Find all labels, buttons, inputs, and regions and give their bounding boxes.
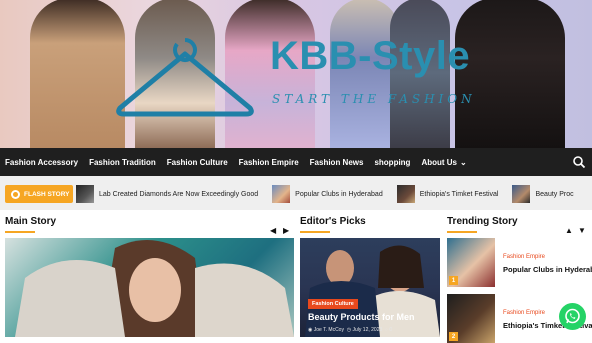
editor-pick-headline[interactable]: Beauty Products for Men	[308, 312, 415, 322]
trending-category[interactable]: Fashion Empire	[503, 254, 545, 260]
main-story-image[interactable]	[5, 238, 294, 337]
editors-picks-title: Editor's Picks	[300, 216, 366, 227]
trending-item[interactable]: 1 Fashion Empire Popular Clubs in Hydera…	[447, 238, 592, 287]
flash-item-title: Lab Created Diamonds Are Now Exceedingly…	[99, 190, 259, 198]
nav-item-about-us[interactable]: About Us ⌄	[421, 158, 466, 167]
post-date: July 12, 2023	[352, 327, 383, 333]
trending-thumbnail: 2	[447, 294, 495, 343]
flash-item-title: Ethiopia's Timket Festival	[419, 190, 499, 198]
flash-icon	[11, 189, 20, 199]
header-banner: KBB-Style START THE FASHION	[0, 0, 592, 148]
nav-item-fashion-accessory[interactable]: Fashion Accessory	[5, 158, 78, 167]
nav-item-fashion-news[interactable]: Fashion News	[310, 158, 364, 167]
flash-item-title: Beauty Proc	[535, 190, 574, 198]
flash-ticker: Lab Created Diamonds Are Now Exceedingly…	[76, 185, 588, 203]
flash-item[interactable]: Lab Created Diamonds Are Now Exceedingly…	[76, 185, 258, 203]
section-underline	[300, 231, 330, 233]
trending-thumbnail: 1	[447, 238, 495, 287]
main-nav: Fashion Accessory Fashion Tradition Fash…	[0, 148, 592, 176]
flash-thumbnail	[512, 185, 531, 203]
comment-count[interactable]: 0	[389, 327, 392, 333]
flash-story-badge: FLASH STORY	[5, 185, 73, 203]
nav-item-shopping[interactable]: shopping	[374, 158, 410, 167]
flash-item[interactable]: Popular Clubs in Hyderabad	[272, 185, 383, 203]
flash-item-title: Popular Clubs in Hyderabad	[295, 190, 383, 198]
category-badge[interactable]: Fashion Culture	[308, 299, 358, 309]
flash-item[interactable]: Beauty Proc	[512, 185, 574, 203]
whatsapp-button[interactable]	[559, 303, 586, 330]
post-author[interactable]: Joe T. McCoy	[314, 327, 344, 333]
hanger-icon	[116, 38, 254, 117]
brand-tagline: START THE FASHION	[272, 92, 476, 106]
flash-thumbnail	[396, 185, 415, 203]
whatsapp-icon	[565, 308, 580, 324]
chevron-down-icon[interactable]: ▼	[578, 226, 586, 235]
nav-item-label: About Us	[421, 157, 458, 167]
main-story-title: Main Story	[5, 216, 57, 227]
flash-thumbnail	[272, 185, 291, 203]
portrait-illustration	[15, 240, 294, 337]
chevron-left-icon[interactable]: ◀	[270, 226, 276, 235]
chevron-down-icon: ⌄	[460, 157, 467, 167]
editor-pick-card[interactable]: Fashion Culture Beauty Products for Men …	[300, 238, 440, 337]
nav-item-fashion-empire[interactable]: Fashion Empire	[239, 158, 299, 167]
search-icon[interactable]	[572, 155, 586, 169]
couple-illustration	[305, 245, 440, 337]
user-icon: ◉	[308, 327, 313, 333]
trending-story-title: Trending Story	[447, 216, 518, 227]
post-meta: ◉ Joe T. McCoy ◷ July 12, 2023 ◌ 0	[308, 327, 392, 333]
flash-thumbnail	[76, 185, 94, 203]
trending-title[interactable]: Popular Clubs in Hyderabad	[503, 265, 592, 274]
flash-story-bar: FLASH STORY Lab Created Diamonds Are Now…	[0, 176, 592, 210]
trending-category[interactable]: Fashion Empire	[503, 310, 545, 316]
flash-label: FLASH STORY	[24, 190, 70, 198]
section-underline	[447, 231, 477, 233]
comment-icon: ◌	[385, 327, 389, 333]
nav-item-fashion-culture[interactable]: Fashion Culture	[167, 158, 228, 167]
trending-rank: 1	[449, 276, 458, 285]
chevron-right-icon[interactable]: ▶	[283, 226, 289, 235]
brand-name: KBB-Style	[270, 34, 471, 78]
flash-item[interactable]: Ethiopia's Timket Festival	[396, 185, 499, 203]
site-logo[interactable]: KBB-Style START THE FASHION	[110, 30, 490, 120]
section-underline	[5, 231, 35, 233]
clock-icon: ◷	[346, 327, 352, 333]
chevron-up-icon[interactable]: ▲	[565, 226, 573, 235]
nav-item-fashion-tradition[interactable]: Fashion Tradition	[89, 158, 156, 167]
